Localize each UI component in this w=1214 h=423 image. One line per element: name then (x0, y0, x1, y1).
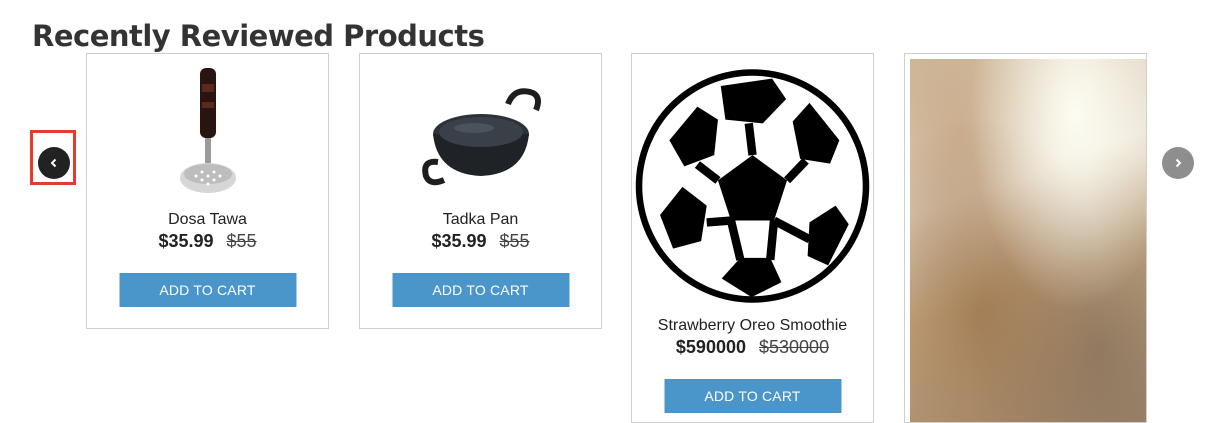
chevron-left-icon (50, 158, 57, 168)
product-old-price: $530000 (759, 337, 830, 357)
product-price: $590000 (675, 337, 746, 357)
chevron-right-icon (1175, 158, 1182, 168)
carousel-prev-button[interactable] (38, 147, 70, 179)
product-prices: $590000 $530000 (632, 337, 873, 358)
kadai-pan-image[interactable] (360, 79, 601, 189)
add-to-cart-button[interactable]: ADD TO CART (392, 273, 569, 307)
soccer-ball-image[interactable] (632, 56, 873, 316)
add-to-cart-button[interactable]: ADD TO CART (119, 273, 296, 307)
carousel-next-button[interactable] (1162, 147, 1194, 179)
potato-masher-image[interactable] (87, 64, 328, 199)
product-card[interactable]: Strawberry Oreo Smoothie $590000 $530000… (631, 53, 874, 423)
product-card[interactable] (904, 53, 1147, 423)
add-to-cart-button[interactable]: ADD TO CART (664, 379, 841, 413)
product-name[interactable]: Tadka Pan (360, 211, 601, 229)
marble-texture-image[interactable] (910, 59, 1146, 422)
product-old-price: $55 (226, 231, 257, 251)
product-prices: $35.99 $55 (87, 231, 328, 252)
product-price: $35.99 (158, 231, 214, 251)
product-card[interactable]: Dosa Tawa $35.99 $55 ADD TO CART (86, 53, 329, 329)
product-price: $35.99 (431, 231, 487, 251)
product-old-price: $55 (499, 231, 530, 251)
section-title: Recently Reviewed Products (32, 19, 485, 53)
product-name[interactable]: Dosa Tawa (87, 211, 328, 229)
product-card[interactable]: Tadka Pan $35.99 $55 ADD TO CART (359, 53, 602, 329)
product-prices: $35.99 $55 (360, 231, 601, 252)
product-name[interactable]: Strawberry Oreo Smoothie (632, 317, 873, 335)
